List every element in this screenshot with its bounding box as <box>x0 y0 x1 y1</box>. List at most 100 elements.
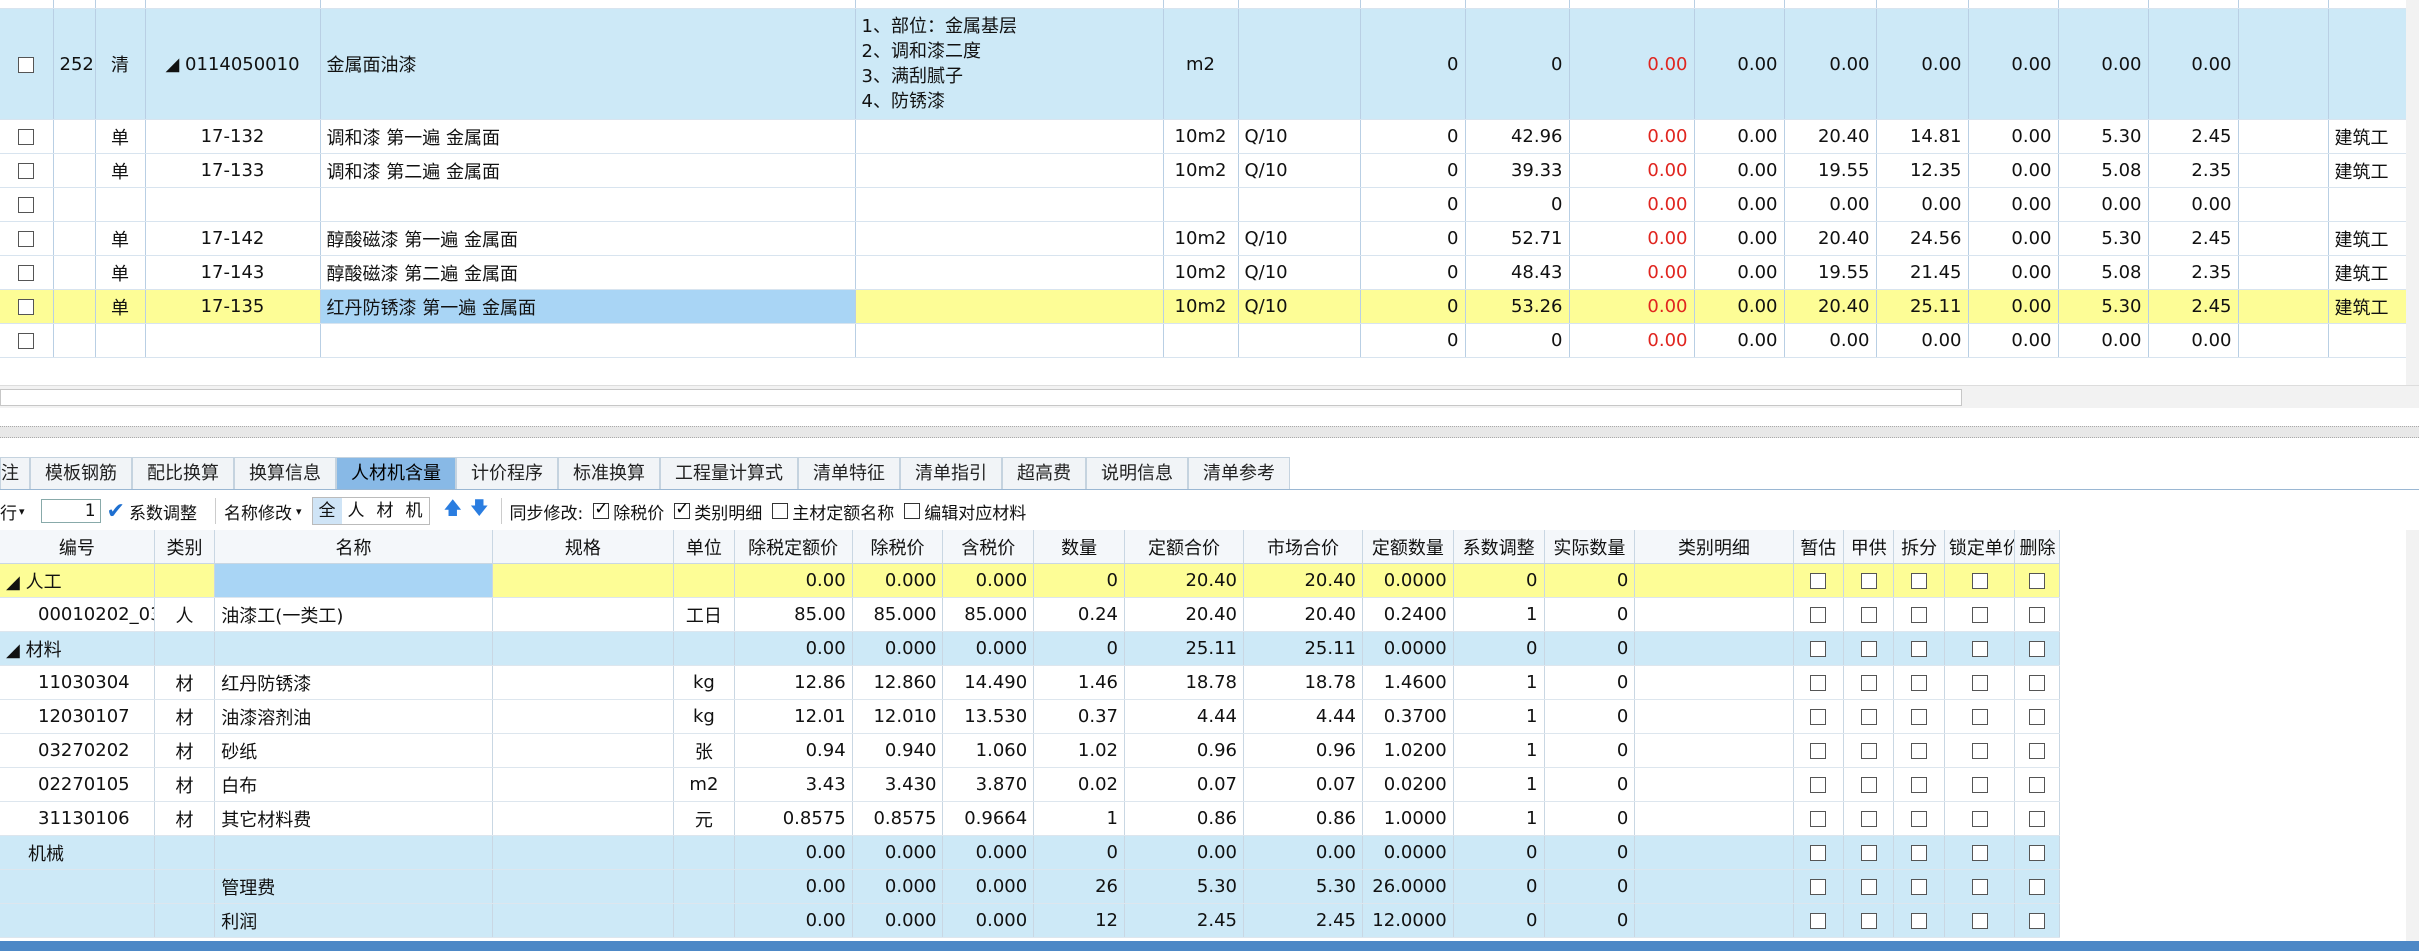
cell-category-detail[interactable] <box>1634 597 1794 632</box>
cell-code[interactable]: 00010202_03 <box>0 597 155 632</box>
row-qty-expr[interactable] <box>1238 0 1361 9</box>
resource-row[interactable]: 03270202 材砂纸张 0.94 0.940 1.060 1.02 0.96 0.96 1.… <box>0 733 2060 768</box>
column-header[interactable]: 编号 <box>0 530 155 564</box>
row-select-cell[interactable] <box>0 153 54 188</box>
row-select-cell[interactable] <box>0 187 54 222</box>
cell-p3[interactable]: 13.530 <box>942 699 1035 734</box>
cell-p3[interactable]: 85.000 <box>942 597 1035 632</box>
flag-checkbox[interactable] <box>1971 573 1988 589</box>
row-feature[interactable] <box>855 0 1164 9</box>
cell-p3[interactable]: 1.060 <box>942 733 1035 768</box>
cell-spec[interactable] <box>492 869 675 904</box>
cell-name[interactable] <box>214 631 493 666</box>
row-code[interactable]: 17-132 <box>145 119 321 154</box>
cell-category-detail[interactable] <box>1634 767 1794 802</box>
cell-unit[interactable] <box>673 903 735 938</box>
cell-t2[interactable]: 20.40 <box>1243 597 1363 632</box>
row-qty-expr[interactable]: Q/10 <box>1238 119 1361 154</box>
row-qty-expr[interactable] <box>1238 8 1361 120</box>
flag-checkbox[interactable] <box>1810 777 1827 793</box>
cell-p1[interactable]: 3.43 <box>734 767 853 802</box>
top-horizontal-scrollbar[interactable] <box>0 385 2419 408</box>
cell-unit[interactable] <box>673 631 735 666</box>
item-row[interactable]: 单 17-132 调和漆 第一遍 金属面 10m2 Q/10 0 42.96 0.00 0.00… <box>0 119 2410 154</box>
resource-row[interactable]: 31130106 材其它材料费元 0.8575 0.8575 0.9664 1 0.86 0.… <box>0 801 2060 836</box>
row-checkbox[interactable] <box>18 163 35 179</box>
row-checkbox[interactable] <box>18 333 35 349</box>
column-header[interactable]: 系数调整 <box>1453 530 1545 564</box>
flag-checkbox[interactable] <box>1860 675 1877 691</box>
flag-checkbox[interactable] <box>1971 709 1988 725</box>
cell-type[interactable]: 人 <box>154 597 216 632</box>
cell-name[interactable]: 油漆工(一类工) <box>214 597 493 632</box>
cell-code[interactable]: 03270202 <box>0 733 155 768</box>
cell-spec[interactable] <box>492 699 675 734</box>
resource-row[interactable]: 11030304 材红丹防锈漆 kg 12.86 12.860 14.490 1.46 18.… <box>0 665 2060 700</box>
cell-p1[interactable]: 12.86 <box>734 665 853 700</box>
tab-9[interactable]: 清单指引 <box>900 457 1002 489</box>
cell-coef[interactable]: 0 <box>1453 903 1545 938</box>
tab-4[interactable]: 人材机含量 <box>336 457 456 489</box>
flag-checkbox[interactable] <box>1810 709 1827 725</box>
tab-5[interactable]: 计价程序 <box>456 457 558 489</box>
row-feature[interactable] <box>855 255 1164 290</box>
row-feature[interactable] <box>855 187 1164 222</box>
column-header[interactable]: 含税价 <box>942 530 1035 564</box>
cell-t2[interactable]: 20.40 <box>1243 563 1363 598</box>
row-feature[interactable] <box>855 221 1164 256</box>
cell-qty[interactable]: 26 <box>1033 869 1125 904</box>
cell-spec[interactable] <box>492 801 675 836</box>
cell-unit[interactable]: 元 <box>673 801 735 836</box>
cell-code[interactable]: 11030304 <box>0 665 155 700</box>
cell-type[interactable]: 材 <box>154 801 216 836</box>
excl-tax-checkbox[interactable]: 除税价 <box>593 499 664 524</box>
flag-checkbox[interactable] <box>1810 675 1827 691</box>
cell-code[interactable] <box>0 903 155 938</box>
cell-t1[interactable]: 0.00 <box>1124 835 1244 870</box>
cell-qty[interactable]: 0.02 <box>1033 767 1125 802</box>
cell-dq[interactable]: 1.4600 <box>1362 665 1454 700</box>
cell-qty[interactable]: 1.46 <box>1033 665 1125 700</box>
cell-dq[interactable]: 26.0000 <box>1362 869 1454 904</box>
flag-checkbox[interactable] <box>1860 845 1877 861</box>
column-header[interactable]: 类别明细 <box>1634 530 1794 564</box>
cell-coef[interactable]: 1 <box>1453 665 1545 700</box>
cell-p3[interactable]: 0.000 <box>942 631 1035 666</box>
flag-checkbox[interactable] <box>2029 845 2046 861</box>
cell-p1[interactable]: 0.94 <box>734 733 853 768</box>
row-checkbox[interactable] <box>18 299 35 315</box>
cell-dq[interactable]: 1.0200 <box>1362 733 1454 768</box>
cell-unit[interactable] <box>673 835 735 870</box>
cell-qty[interactable]: 0 <box>1033 631 1125 666</box>
flag-checkbox[interactable] <box>1810 743 1827 759</box>
row-code[interactable]: 17-133 <box>145 153 321 188</box>
cell-p1[interactable]: 0.00 <box>734 835 853 870</box>
cell-type[interactable]: 材 <box>154 767 216 802</box>
flag-checkbox[interactable] <box>2029 879 2046 895</box>
cell-t1[interactable]: 20.40 <box>1124 597 1244 632</box>
flag-checkbox[interactable] <box>1860 709 1877 725</box>
cell-unit[interactable]: m2 <box>673 767 735 802</box>
column-header[interactable]: 数量 <box>1033 530 1125 564</box>
item-row[interactable]: 252 清 ◢ 0114050010 金属面油漆 1、部位：金属基层 2、调和漆二度 3、满… <box>0 8 2410 120</box>
cell-type[interactable]: 材 <box>154 733 216 768</box>
cell-dq[interactable]: 0.0000 <box>1362 835 1454 870</box>
cell-t2[interactable]: 2.45 <box>1243 903 1363 938</box>
flag-checkbox[interactable] <box>1810 845 1827 861</box>
cell-qty[interactable]: 0.24 <box>1033 597 1125 632</box>
cell-category-detail[interactable] <box>1634 869 1794 904</box>
flag-checkbox[interactable] <box>2029 675 2046 691</box>
item-row[interactable]: 单 17-135 红丹防锈漆 第一遍 金属面 10m2 Q/10 0 53.26 0.00 0.… <box>0 289 2410 324</box>
cell-dq[interactable]: 0.3700 <box>1362 699 1454 734</box>
cell-code[interactable]: 12030107 <box>0 699 155 734</box>
cell-p1[interactable]: 0.00 <box>734 903 853 938</box>
cell-p1[interactable]: 85.00 <box>734 597 853 632</box>
cell-spec[interactable] <box>492 733 675 768</box>
cell-type[interactable] <box>154 563 216 598</box>
column-header[interactable]: 市场合价 <box>1243 530 1363 564</box>
row-name[interactable]: 金属面油漆 <box>320 8 856 120</box>
cell-p3[interactable]: 14.490 <box>942 665 1035 700</box>
edit-material-checkbox[interactable]: 编辑对应材料 <box>904 499 1026 524</box>
cell-p2[interactable]: 0.000 <box>852 903 944 938</box>
row-checkbox[interactable] <box>18 231 35 247</box>
